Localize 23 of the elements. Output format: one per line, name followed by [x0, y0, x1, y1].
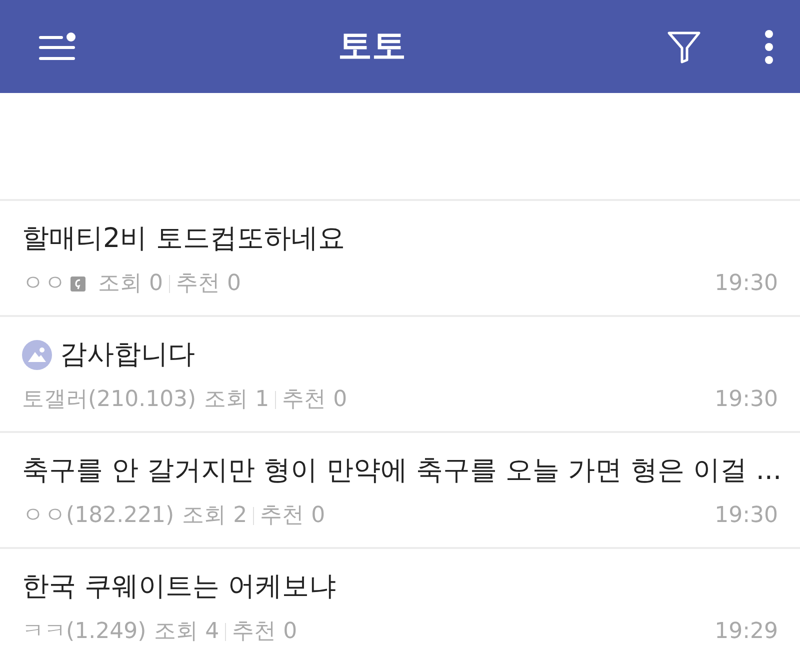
- post-title[interactable]: 한국 쿠웨이트는 어케보냐: [22, 567, 336, 607]
- post-time: 19:30: [714, 386, 778, 414]
- post-title[interactable]: 할매티2비 토드컵또하네요: [22, 219, 345, 259]
- author-name: 토갤러(210.103): [22, 386, 196, 414]
- post-time: 19:30: [714, 502, 778, 530]
- post-title[interactable]: 축구를 안 갈거지만 형이 만약에 축구를 오늘 가면 형은 이걸 ...: [22, 451, 782, 491]
- recommend-count: 추천 0: [232, 618, 298, 646]
- more-options-icon[interactable]: [764, 30, 774, 64]
- post-time: 19:30: [714, 270, 778, 298]
- recommend-count: 추천 0: [260, 502, 326, 530]
- view-count: 조회 0: [98, 270, 163, 298]
- recommend-count: 추천 0: [176, 270, 241, 298]
- view-count: 조회 4: [154, 618, 220, 646]
- post-time: 19:29: [714, 618, 778, 646]
- menu-icon[interactable]: [38, 30, 78, 62]
- view-count: 조회 2: [182, 502, 248, 530]
- view-count: 조회 1: [204, 386, 270, 414]
- recommend-count: 추천 0: [282, 386, 348, 414]
- author-name: ㅋㅋ(1.249): [22, 618, 146, 646]
- author-name: ㅇㅇ: [22, 270, 66, 298]
- author-name: ㅇㅇ(182.221): [22, 502, 174, 530]
- post-title[interactable]: 감사합니다: [60, 335, 195, 375]
- app-title: 토토: [338, 25, 406, 68]
